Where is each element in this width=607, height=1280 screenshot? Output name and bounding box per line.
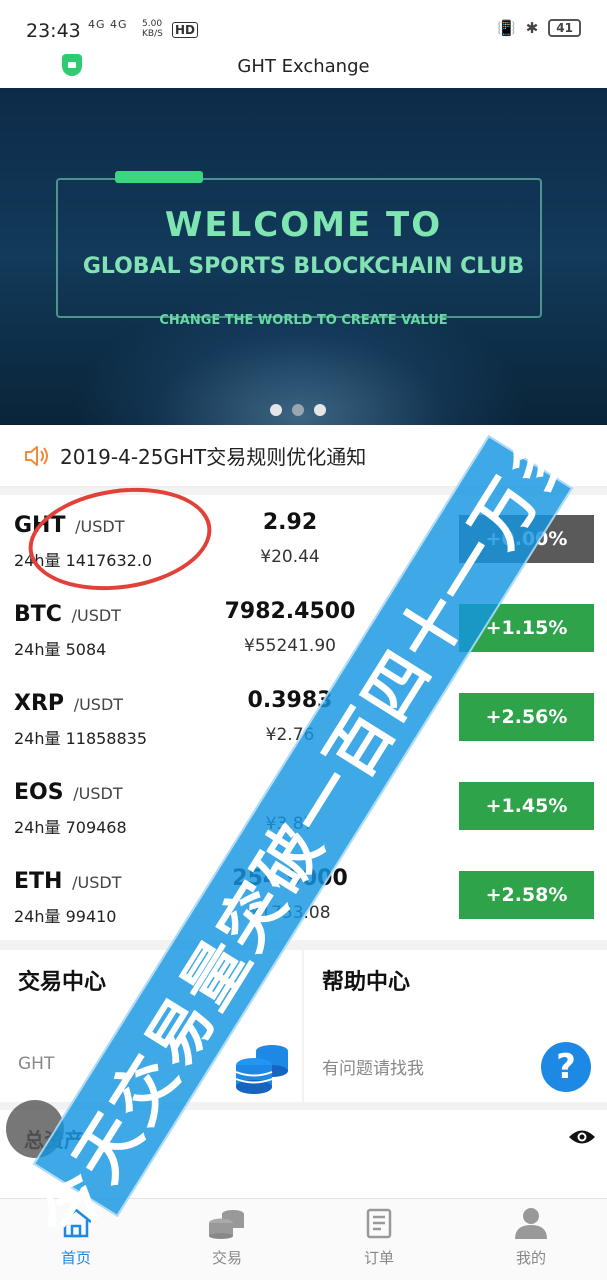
- status-right: 📳 ✱ 41: [497, 19, 581, 37]
- change-button[interactable]: +2.58%: [459, 871, 594, 919]
- network-speed: 5.00 KB/S: [142, 19, 163, 39]
- change-button[interactable]: +0.00%: [459, 515, 594, 563]
- trade-center-subtitle: GHT: [18, 1054, 55, 1074]
- app-title: GHT Exchange: [237, 56, 370, 77]
- last-price: 254.9000: [232, 866, 348, 891]
- bluetooth-icon: ✱: [525, 19, 539, 37]
- quote-label: /USDT: [71, 606, 121, 625]
- carousel-dot[interactable]: [270, 404, 282, 416]
- tab-label: 订单: [363, 1249, 394, 1267]
- help-center-title: 帮助中心: [322, 970, 411, 995]
- home-icon: [60, 1208, 92, 1238]
- quote-label: /USDT: [72, 873, 122, 892]
- vibrate-icon: 📳: [497, 19, 516, 37]
- cny-price: ¥2.76: [265, 725, 315, 745]
- speed-unit: KB/S: [142, 29, 163, 39]
- pair-symbol: ETH /USDT: [14, 869, 121, 894]
- last-price: 2.92: [262, 510, 318, 535]
- tab-mine[interactable]: 我的: [471, 1207, 591, 1268]
- carousel-dots: [270, 404, 326, 416]
- floating-assistive-ball[interactable]: [6, 1100, 64, 1158]
- tab-label: 首页: [60, 1249, 91, 1267]
- volume-24h: 24h量 5084: [14, 640, 107, 659]
- market-row[interactable]: ETH /USDT 24h量 99410 254.9000 ¥1753.08 +…: [0, 851, 607, 940]
- total-assets-row[interactable]: 总资产: [0, 1110, 607, 1166]
- volume-24h: 24h量 99410: [14, 907, 117, 926]
- banner-frame: [56, 178, 542, 318]
- volume-24h: 24h量 11858835: [14, 729, 148, 748]
- speaker-icon: [25, 446, 48, 466]
- bottom-tab-bar: 首页 交易 订单 我的: [0, 1198, 607, 1280]
- change-button[interactable]: +2.56%: [459, 693, 594, 741]
- tab-orders[interactable]: 订单: [319, 1207, 439, 1268]
- volume-24h: 24h量 709468: [14, 818, 127, 837]
- cny-price: ¥1753.08: [249, 903, 331, 923]
- coins-icon: [235, 1045, 288, 1094]
- pair-symbol: EOS /USDT: [14, 780, 123, 805]
- notice-text: 2019-4-25GHT交易规则优化通知: [60, 445, 367, 469]
- cny-price: ¥55241.90: [244, 636, 336, 656]
- help-center-subtitle: 有问题请找我: [322, 1059, 424, 1079]
- symbol-label: BTC: [14, 602, 62, 627]
- pair-symbol: BTC /USDT: [14, 602, 121, 627]
- symbol-label: EOS: [14, 780, 64, 805]
- cny-price: ¥20.44: [260, 547, 320, 567]
- market-row[interactable]: BTC /USDT 24h量 5084 7982.4500 ¥55241.90 …: [0, 584, 607, 673]
- feature-cards: 交易中心 GHT 帮助中心 有问题请找我 ?: [0, 950, 607, 1102]
- coins-icon: [209, 1210, 244, 1239]
- banner-welcome-text: WELCOME TO: [164, 205, 443, 245]
- last-price: 7982.4500: [224, 599, 356, 624]
- tab-label: 交易: [211, 1249, 242, 1267]
- network-indicator: 4G 4G: [88, 18, 128, 31]
- carousel-dot[interactable]: [292, 404, 304, 416]
- speed-value: 5.00: [142, 19, 163, 29]
- change-button[interactable]: +1.45%: [459, 782, 594, 830]
- user-icon: [515, 1208, 547, 1239]
- market-row[interactable]: EOS /USDT 24h量 709468 ¥3.87 +1.45%: [0, 762, 607, 851]
- tab-label: 我的: [515, 1249, 546, 1267]
- hd-badge: HD: [172, 22, 199, 38]
- app-header: GHT Exchange: [0, 44, 607, 88]
- banner-carousel[interactable]: WELCOME TO GLOBAL SPORTS BLOCKCHAIN CLUB…: [0, 88, 607, 425]
- card-divider: [302, 950, 304, 1102]
- tab-home[interactable]: 首页: [16, 1207, 136, 1268]
- banner-slogan-text: CHANGE THE WORLD TO CREATE VALUE: [159, 313, 448, 328]
- question-icon: ?: [541, 1042, 591, 1092]
- section-divider: [0, 940, 607, 950]
- notice-bar[interactable]: 2019-4-25GHT交易规则优化通知: [0, 425, 607, 487]
- market-row[interactable]: XRP /USDT 24h量 11858835 0.3983 ¥2.76 +2.…: [0, 673, 607, 762]
- pair-symbol: XRP /USDT: [14, 691, 123, 716]
- trade-center-title: 交易中心: [18, 970, 107, 995]
- cny-price: ¥3.87: [265, 814, 315, 834]
- carousel-dot[interactable]: [314, 404, 326, 416]
- symbol-label: ETH: [14, 869, 63, 894]
- section-divider: [0, 1102, 607, 1110]
- order-icon: [366, 1208, 392, 1239]
- last-price: 0.3983: [247, 688, 333, 713]
- battery-indicator: 41: [548, 19, 581, 37]
- quote-label: /USDT: [73, 784, 123, 803]
- status-time: 23:43: [26, 20, 81, 42]
- banner-club-text: GLOBAL SPORTS BLOCKCHAIN CLUB: [82, 254, 525, 279]
- symbol-label: XRP: [14, 691, 65, 716]
- tab-trade[interactable]: 交易: [167, 1207, 287, 1268]
- banner-accent-bar: [115, 171, 203, 183]
- eye-icon[interactable]: [568, 1128, 596, 1146]
- change-button[interactable]: +1.15%: [459, 604, 594, 652]
- quote-label: /USDT: [73, 695, 124, 714]
